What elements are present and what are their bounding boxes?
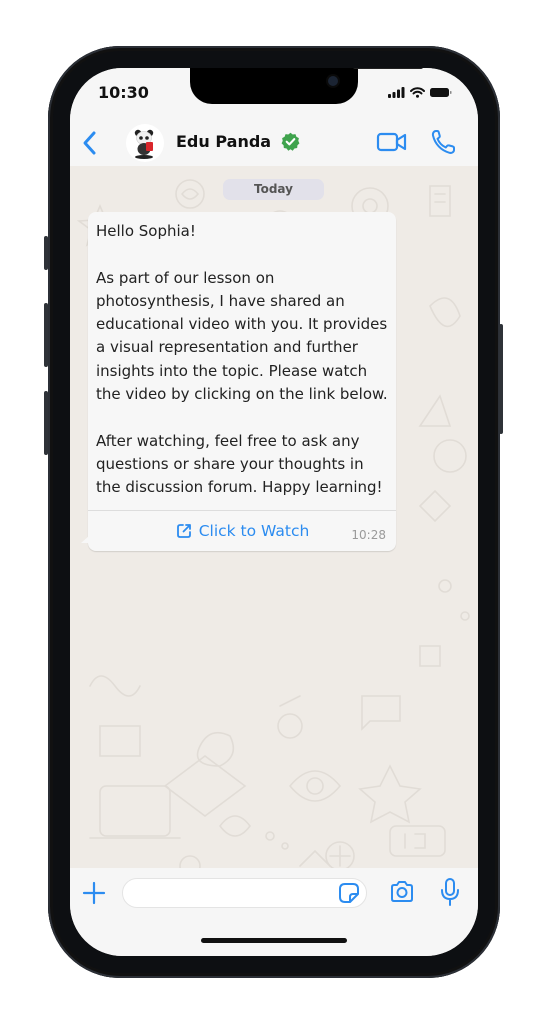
contact-name[interactable]: Edu Panda	[176, 132, 271, 151]
panda-avatar-icon	[134, 129, 154, 159]
camera-icon[interactable]	[389, 880, 415, 904]
verified-badge-icon	[281, 132, 300, 151]
phone-icon[interactable]	[430, 128, 456, 156]
date-separator: Today	[223, 179, 324, 200]
video-camera-icon[interactable]	[376, 130, 408, 154]
plus-icon[interactable]	[82, 881, 106, 905]
chat-header: Edu Panda	[70, 120, 478, 166]
home-indicator[interactable]	[201, 938, 347, 943]
volume-up-button	[44, 303, 48, 367]
front-camera	[328, 76, 338, 86]
message-text: Hello Sophia! As part of our lesson on p…	[96, 222, 388, 497]
external-link-icon	[176, 523, 191, 538]
message-timestamp: 10:28	[351, 528, 386, 542]
volume-down-button	[44, 391, 48, 455]
bubble-tail	[81, 535, 89, 543]
click-to-watch-button[interactable]: Click to Watch	[88, 511, 396, 551]
phone-screen: 10:30 Edu Panda Today Hello Sophia! As p…	[70, 68, 478, 956]
chat-area[interactable]: Today Hello Sophia! As part of our lesso…	[70, 166, 478, 868]
avatar[interactable]	[126, 124, 164, 162]
silent-switch	[44, 236, 48, 270]
message-input[interactable]	[122, 878, 367, 908]
status-time: 10:30	[98, 83, 149, 102]
sticker-icon[interactable]	[338, 882, 360, 904]
chevron-left-icon[interactable]	[78, 128, 102, 158]
status-icons	[388, 87, 452, 98]
power-button	[499, 324, 503, 434]
battery-icon	[430, 88, 452, 97]
speaker-grille	[353, 68, 423, 69]
wifi-icon	[410, 87, 425, 98]
dynamic-notch	[190, 68, 423, 104]
message-bubble: Hello Sophia! As part of our lesson on p…	[81, 212, 396, 551]
composer-bar	[70, 868, 478, 956]
cellular-signal-icon	[388, 87, 405, 98]
microphone-icon[interactable]	[440, 877, 460, 907]
click-to-watch-label: Click to Watch	[198, 521, 310, 540]
